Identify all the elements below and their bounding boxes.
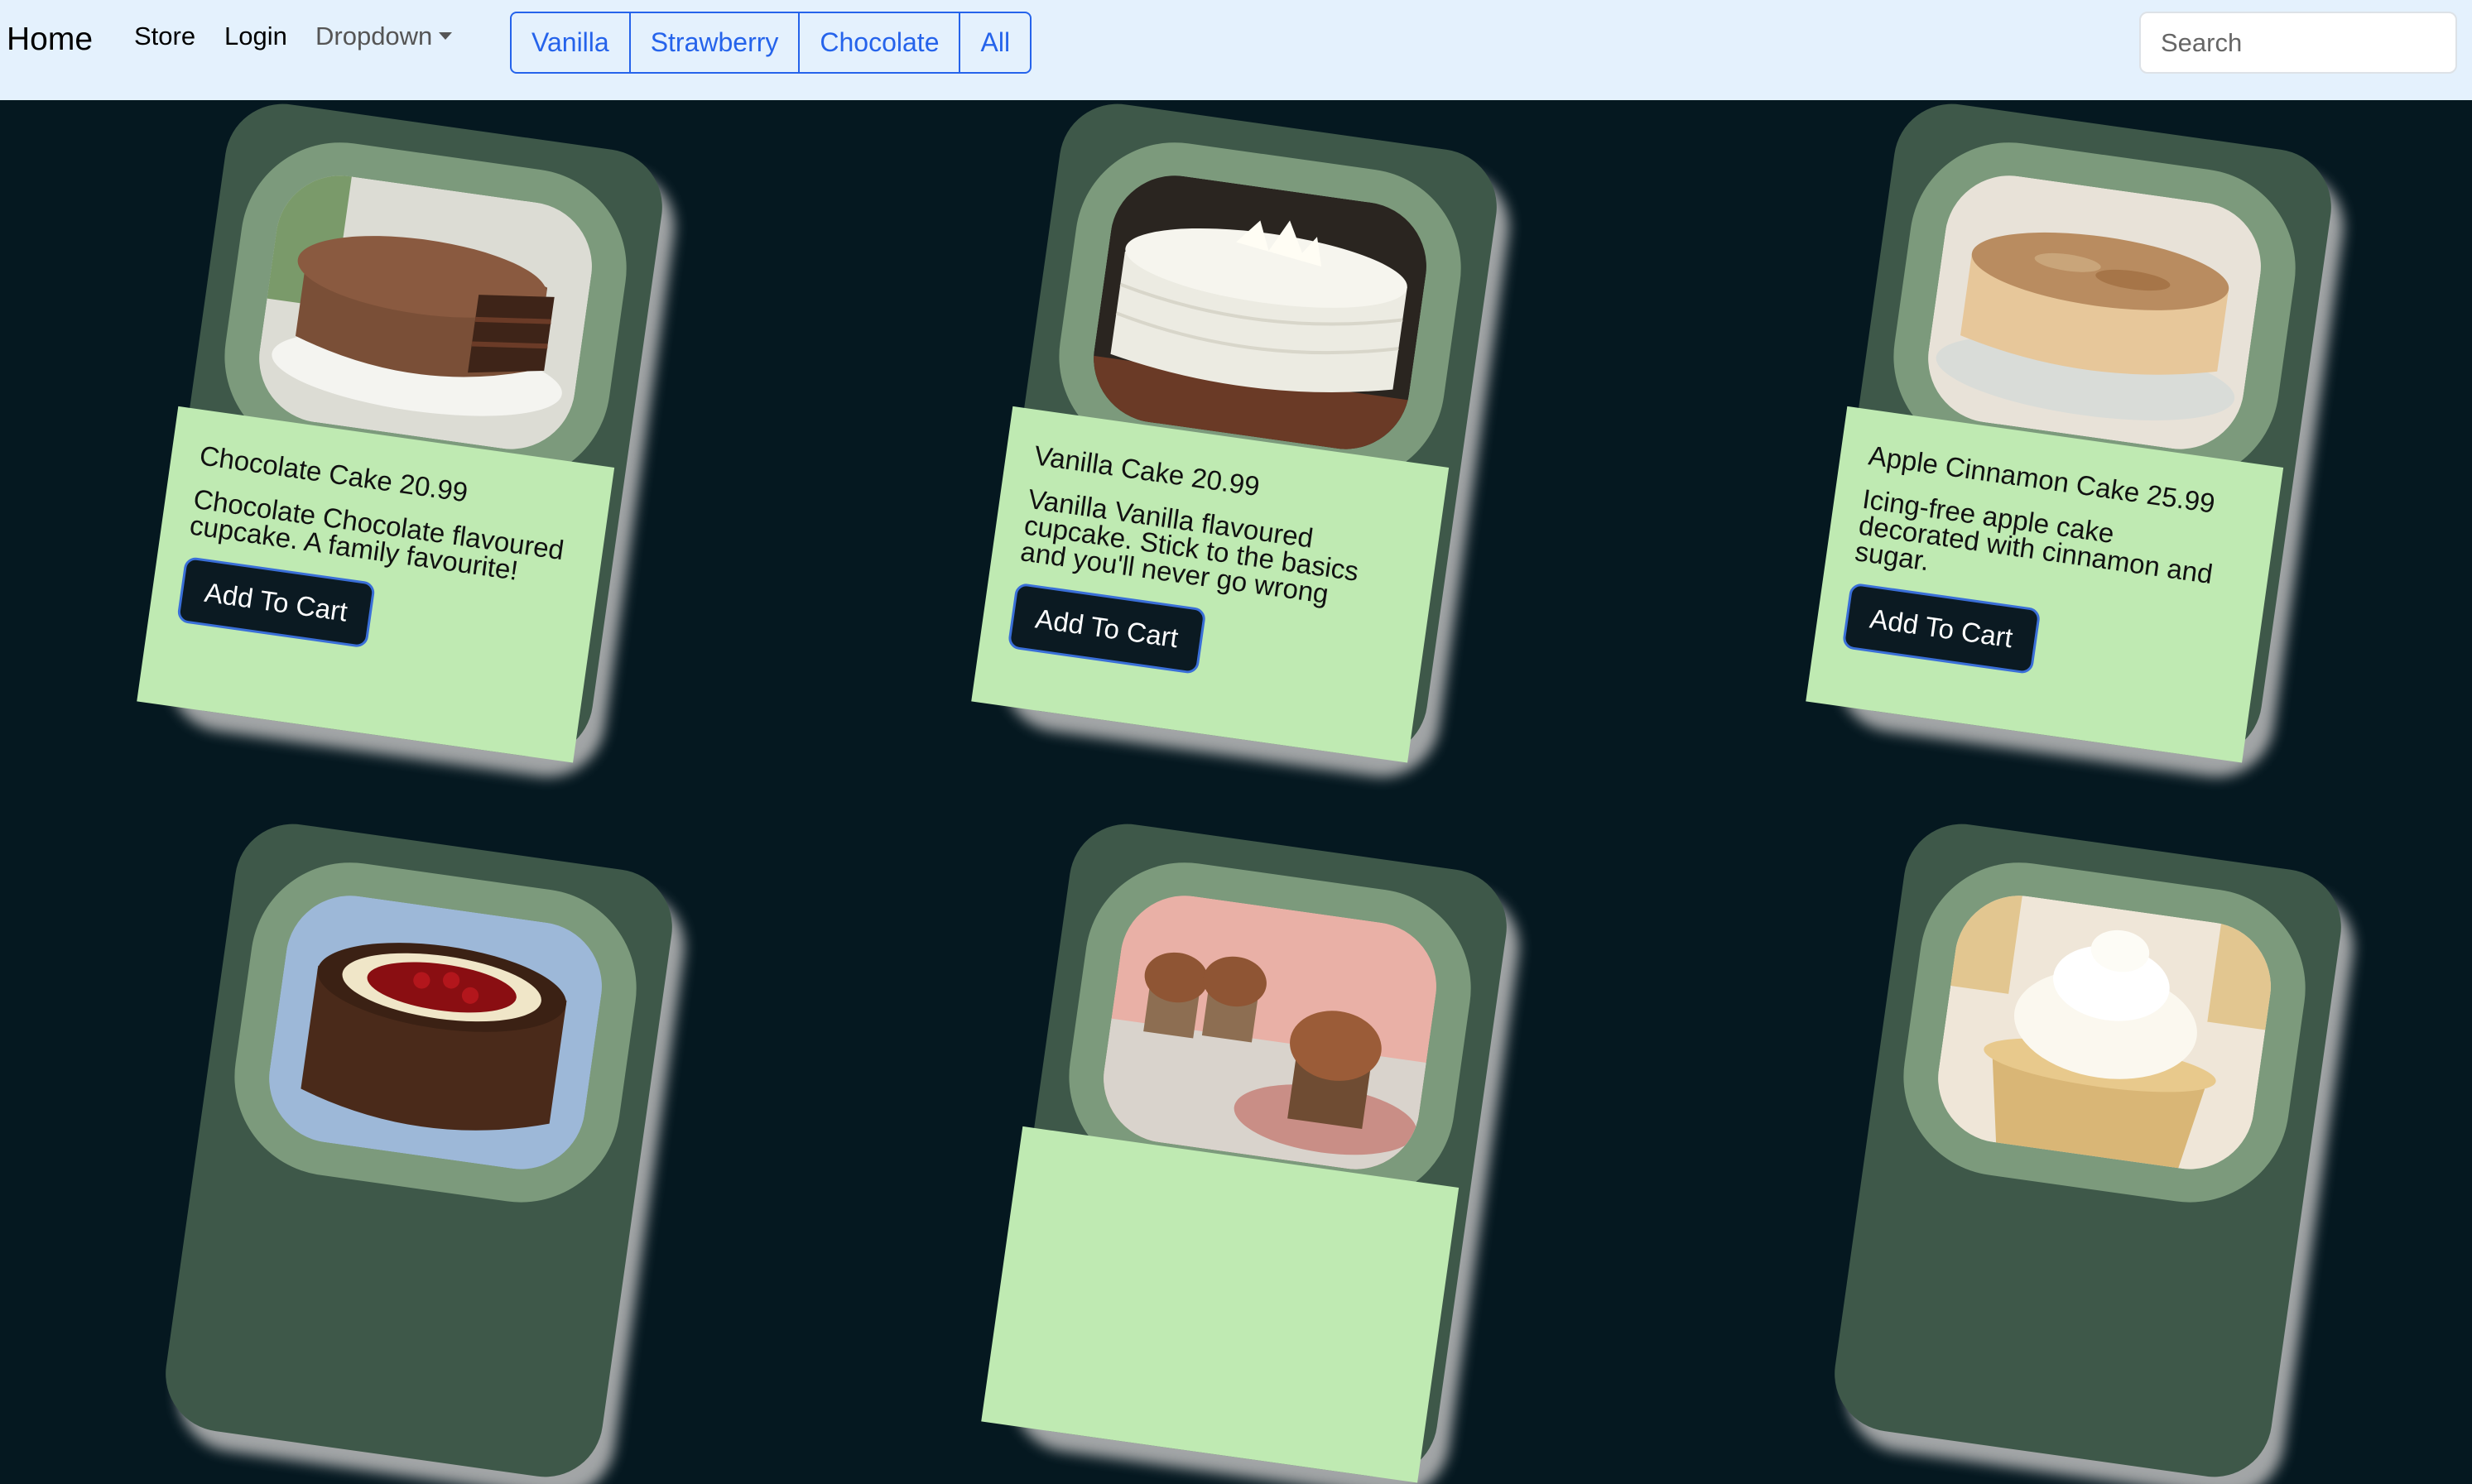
filter-chocolate-button[interactable]: Chocolate [800, 13, 961, 72]
card-body: Vanilla Cake 20.99 Vanilla Vanilla flavo… [971, 406, 1450, 763]
vanilla-cake-image [1085, 167, 1436, 458]
chocolate-cupcakes-image [1095, 887, 1445, 1178]
add-to-cart-button[interactable]: Add To Cart [176, 555, 376, 649]
filter-vanilla-button[interactable]: Vanilla [512, 13, 631, 72]
product-card-apple-cinnamon-cake: Apple Cinnamon Cake 25.99 Icing-free app… [1806, 96, 2339, 765]
nav-link-login[interactable]: Login [224, 22, 287, 51]
nav-link-store[interactable]: Store [134, 22, 195, 51]
product-card-vanilla-cupcake [1827, 816, 2349, 1484]
filter-strawberry-button[interactable]: Strawberry [631, 13, 801, 72]
vanilla-cupcake-image [1930, 887, 2280, 1178]
product-card-black-forest-cake [158, 816, 680, 1484]
card-body: Apple Cinnamon Cake 25.99 Icing-free app… [1806, 406, 2284, 763]
product-card-chocolate-cupcakes [981, 816, 1514, 1484]
product-card-vanilla-cake: Vanilla Cake 20.99 Vanilla Vanilla flavo… [971, 96, 1504, 765]
black-forest-cake-image [261, 887, 611, 1178]
home-link[interactable]: Home [7, 22, 93, 58]
nav-dropdown-label: Dropdown [315, 22, 433, 50]
filter-all-button[interactable]: All [960, 13, 1030, 72]
caret-down-icon [439, 32, 453, 40]
add-to-cart-button[interactable]: Add To Cart [1007, 582, 1207, 675]
search-input[interactable] [2139, 12, 2457, 74]
product-image-frame [221, 849, 650, 1216]
card-body [981, 1126, 1460, 1483]
card-body: Chocolate Cake 20.99 Chocolate Chocolate… [137, 406, 615, 763]
add-to-cart-button[interactable]: Add To Cart [1841, 582, 2042, 675]
nav-dropdown[interactable]: Dropdown [315, 22, 453, 51]
chocolate-cake-image [251, 167, 601, 458]
filter-button-group: Vanilla Strawberry Chocolate All [510, 12, 1032, 74]
product-image-frame [1890, 849, 2319, 1216]
product-card-chocolate-cake: Chocolate Cake 20.99 Chocolate Chocolate… [137, 96, 670, 765]
apple-cinnamon-cake-image [1920, 167, 2270, 458]
navbar: Home Store Login Dropdown Vanilla Strawb… [0, 0, 2472, 100]
